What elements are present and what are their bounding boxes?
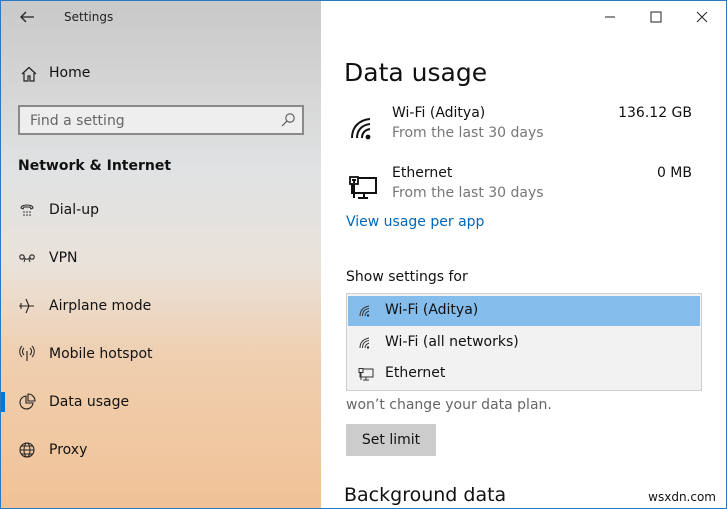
- dropdown-option-label: Ethernet: [385, 365, 446, 381]
- app-title: Settings: [64, 10, 114, 24]
- close-icon: [696, 11, 708, 23]
- network-amount: 136.12 GB: [618, 105, 692, 121]
- maximize-icon: [650, 11, 662, 23]
- sidebar-item-label: Mobile hotspot: [49, 346, 153, 362]
- sidebar-item-dial-up[interactable]: Dial-up: [1, 194, 321, 226]
- watermark: wsxdn.com: [648, 490, 716, 504]
- network-period: From the last 30 days: [392, 125, 544, 141]
- network-name: Ethernet: [392, 165, 453, 181]
- maximize-button[interactable]: [633, 1, 679, 33]
- airplane-icon: [19, 298, 34, 314]
- wifi-icon: [351, 118, 371, 140]
- wifi-icon: [359, 337, 370, 349]
- network-name: Wi-Fi (Aditya): [392, 105, 486, 121]
- network-amount: 0 MB: [656, 165, 692, 181]
- view-usage-per-app-link[interactable]: View usage per app: [346, 214, 484, 230]
- dropdown-option-ethernet[interactable]: Ethernet: [348, 359, 700, 389]
- vpn-icon: [19, 254, 35, 263]
- settings-window: Settings Home Network & Internet Dial-up…: [0, 0, 727, 509]
- show-settings-for-label: Show settings for: [346, 269, 468, 285]
- home-icon: [21, 66, 37, 82]
- sidebar-item-label: Proxy: [49, 442, 88, 458]
- dropdown-option-label: Wi-Fi (Aditya): [385, 302, 479, 318]
- sidebar-item-label: Data usage: [49, 394, 130, 410]
- sidebar-item-label: VPN: [49, 250, 78, 266]
- dropdown-option-wifi-aditya[interactable]: Wi-Fi (Aditya): [348, 296, 700, 326]
- network-select-dropdown[interactable]: Wi-Fi (Aditya) Wi-Fi (all networks) Ethe…: [346, 293, 702, 391]
- background-data-heading: Background data: [344, 484, 507, 506]
- sidebar-item-label: Airplane mode: [49, 298, 152, 314]
- dropdown-option-wifi-all-networks[interactable]: Wi-Fi (all networks): [348, 328, 700, 358]
- network-period: From the last 30 days: [392, 185, 544, 201]
- ethernet-icon: [358, 368, 374, 381]
- search-box[interactable]: [18, 105, 304, 135]
- section-heading: Network & Internet: [18, 158, 172, 174]
- wifi-icon: [359, 305, 370, 317]
- back-button[interactable]: [15, 5, 39, 29]
- search-input[interactable]: [28, 111, 272, 131]
- back-arrow-icon: [20, 11, 34, 23]
- sidebar-item-label: Dial-up: [49, 202, 99, 218]
- ethernet-icon: [349, 176, 377, 199]
- search-icon[interactable]: [280, 112, 296, 128]
- sidebar-item-vpn[interactable]: VPN: [1, 242, 321, 274]
- hotspot-icon: [19, 345, 35, 361]
- network-usage-row: Wi-Fi (Aditya) From the last 30 days 136…: [344, 105, 694, 149]
- sidebar-item-airplane-mode[interactable]: Airplane mode: [1, 290, 321, 322]
- page-title: Data usage: [344, 58, 488, 87]
- active-indicator: [1, 392, 5, 412]
- sidebar-item-proxy[interactable]: Proxy: [1, 434, 321, 466]
- sidebar: Settings Home Network & Internet Dial-up…: [1, 1, 321, 508]
- sidebar-item-label: Home: [49, 65, 91, 81]
- sidebar-item-mobile-hotspot[interactable]: Mobile hotspot: [1, 338, 321, 370]
- globe-icon: [19, 442, 35, 458]
- main-content: Data usage Wi-Fi (Aditya) From the last …: [321, 1, 726, 508]
- sidebar-item-data-usage[interactable]: Data usage: [1, 386, 321, 418]
- data-usage-icon: [19, 393, 36, 410]
- dial-up-icon: [20, 204, 34, 216]
- minimize-icon: [605, 16, 615, 18]
- dropdown-option-label: Wi-Fi (all networks): [385, 334, 519, 350]
- set-limit-button[interactable]: Set limit: [346, 424, 436, 456]
- sidebar-item-home[interactable]: Home: [1, 59, 321, 89]
- close-button[interactable]: [679, 1, 725, 33]
- data-limit-note: won’t change your data plan.: [346, 397, 552, 413]
- minimize-button[interactable]: [587, 1, 633, 33]
- network-usage-row: Ethernet From the last 30 days 0 MB: [344, 165, 694, 209]
